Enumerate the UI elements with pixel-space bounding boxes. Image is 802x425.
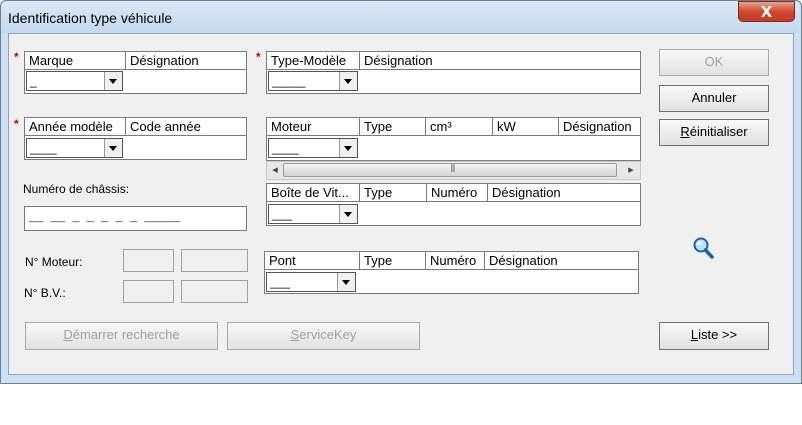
- marque-combo[interactable]: _: [26, 71, 123, 91]
- annee-modele-header[interactable]: Année modèle: [24, 117, 126, 136]
- close-button[interactable]: X: [738, 1, 795, 22]
- numero-bv-label: N° B.V.:: [24, 286, 66, 300]
- numero-bv-field-2: [181, 280, 248, 303]
- moteur-designation-header[interactable]: Désignation: [558, 117, 641, 136]
- code-annee-header[interactable]: Code année: [125, 117, 247, 136]
- chassis-input[interactable]: __ __ _ _ _ _ _ _____: [24, 206, 247, 231]
- reinitialiser-label: éinitialiser: [689, 124, 748, 139]
- liste-button[interactable]: Liste >>: [659, 322, 769, 350]
- reinitialiser-mnemonic: R: [680, 124, 690, 139]
- moteur-combo[interactable]: ____: [268, 138, 358, 158]
- required-marker-annee: *: [14, 117, 19, 131]
- pont-numero-header[interactable]: Numéro: [425, 251, 485, 270]
- numero-moteur-field-1: [123, 249, 174, 272]
- boite-numero-header[interactable]: Numéro: [426, 183, 488, 202]
- demarrer-label: émarrer recherche: [72, 327, 180, 342]
- boite-header[interactable]: Boîte de Vit...: [266, 183, 360, 202]
- pont-designation-header[interactable]: Désignation: [484, 251, 639, 270]
- marque-header[interactable]: Marque: [24, 51, 126, 70]
- demarrer-recherche-button[interactable]: Démarrer recherche: [25, 322, 218, 350]
- marque-designation-header[interactable]: Désignation: [125, 51, 247, 70]
- chevron-down-icon[interactable]: [104, 72, 122, 90]
- type-modele-combo[interactable]: _____: [268, 71, 358, 91]
- pont-combo[interactable]: ___: [266, 272, 356, 292]
- moteur-cm3-header[interactable]: cm³: [425, 117, 493, 136]
- type-modele-designation-header[interactable]: Désignation: [359, 51, 641, 70]
- servicekey-mnemonic: S: [290, 327, 300, 342]
- chevron-down-icon[interactable]: [339, 205, 357, 223]
- demarrer-mnemonic: D: [63, 327, 73, 342]
- servicekey-label: erviceKey: [299, 327, 357, 342]
- ok-button[interactable]: OK: [659, 49, 769, 76]
- pont-type-header[interactable]: Type: [359, 251, 426, 270]
- pont-header[interactable]: Pont: [264, 251, 360, 270]
- numero-bv-field-1: [123, 280, 174, 303]
- window-title: Identification type véhicule: [8, 10, 173, 26]
- reinitialiser-button[interactable]: Réinitialiser: [659, 119, 769, 146]
- moteur-combo-value: ____: [272, 141, 299, 155]
- moteur-type-header[interactable]: Type: [359, 117, 426, 136]
- chevron-down-icon[interactable]: [104, 139, 122, 157]
- marque-combo-value: _: [30, 74, 37, 88]
- moteur-kw-header[interactable]: kW: [492, 117, 559, 136]
- annee-combo-value: ____: [30, 141, 57, 155]
- annee-combo[interactable]: ____: [26, 138, 123, 158]
- pont-combo-value: ___: [270, 275, 291, 289]
- numero-moteur-label: N° Moteur:: [25, 255, 83, 269]
- servicekey-button[interactable]: ServiceKey: [227, 322, 420, 350]
- boite-combo-value: ___: [272, 207, 293, 221]
- magnifier-icon[interactable]: [692, 236, 716, 262]
- numero-moteur-field-2: [181, 249, 248, 272]
- chevron-down-icon[interactable]: [339, 72, 357, 90]
- scroll-right-icon[interactable]: ▸: [624, 161, 638, 179]
- chevron-down-icon[interactable]: [337, 273, 355, 291]
- liste-label: iste >>: [698, 327, 738, 342]
- liste-mnemonic: L: [690, 327, 699, 342]
- type-modele-combo-value: _____: [272, 74, 306, 88]
- chassis-label: Numéro de châssis:: [23, 182, 130, 196]
- boite-type-header[interactable]: Type: [359, 183, 427, 202]
- scrollbar-grip: ⦀: [450, 164, 456, 175]
- annuler-button[interactable]: Annuler: [659, 85, 769, 112]
- type-modele-header[interactable]: Type-Modèle: [266, 51, 360, 70]
- boite-designation-header[interactable]: Désignation: [487, 183, 641, 202]
- required-marker-marque: *: [14, 50, 19, 64]
- chevron-down-icon[interactable]: [339, 139, 357, 157]
- required-marker-type-modele: *: [256, 50, 261, 64]
- moteur-header[interactable]: Moteur: [266, 117, 360, 136]
- scroll-left-icon[interactable]: ◂: [268, 161, 282, 179]
- boite-combo[interactable]: ___: [268, 204, 358, 224]
